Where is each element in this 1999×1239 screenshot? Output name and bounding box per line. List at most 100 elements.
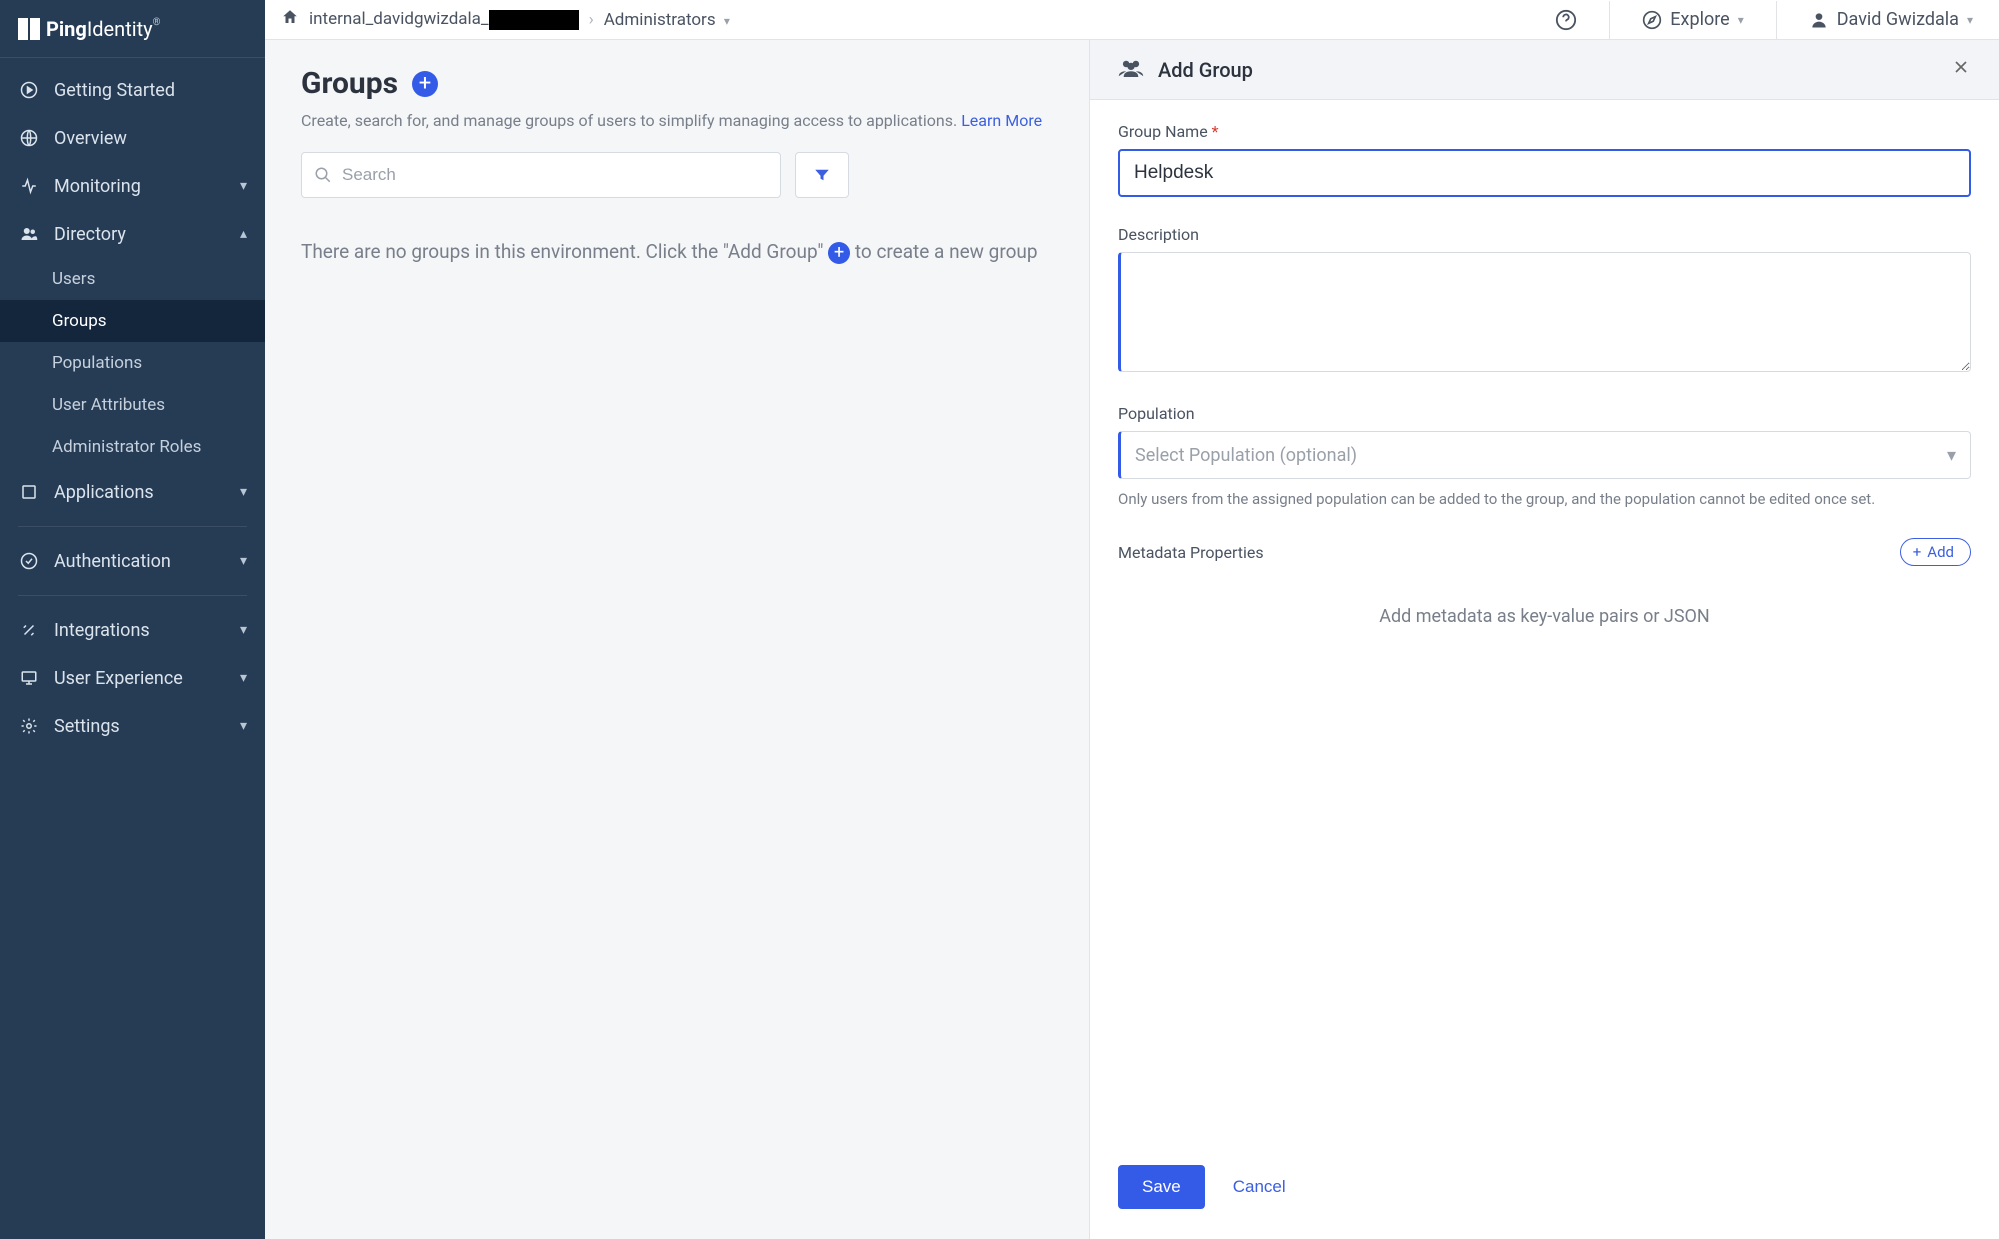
search-input[interactable]: [342, 165, 768, 185]
caret-down-icon: ▾: [1967, 13, 1973, 27]
play-circle-icon: [18, 79, 40, 101]
breadcrumb-section-text: Administrators: [604, 10, 716, 30]
metadata-placeholder: Add metadata as key-value pairs or JSON: [1118, 606, 1971, 627]
empty-text-before: There are no groups in this environment.…: [301, 240, 828, 263]
nav-label: Overview: [54, 128, 127, 149]
topbar-separator: [1776, 1, 1777, 39]
chevron-up-icon: ▴: [240, 226, 247, 242]
chevron-down-icon: ▾: [240, 670, 247, 686]
metadata-row: Metadata Properties + Add: [1118, 538, 1971, 566]
user-menu[interactable]: David Gwizdala ▾: [1799, 3, 1983, 36]
square-icon: [18, 481, 40, 503]
page-title-row: Groups +: [301, 66, 1053, 101]
search-row: [301, 152, 1053, 198]
users-icon: [18, 223, 40, 245]
home-icon[interactable]: [281, 8, 299, 31]
population-help-text: Only users from the assigned population …: [1118, 489, 1971, 510]
nav-settings[interactable]: Settings ▾: [0, 702, 265, 750]
nav-user-experience[interactable]: User Experience ▾: [0, 654, 265, 702]
group-name-input[interactable]: [1118, 149, 1971, 197]
page-subtitle: Create, search for, and manage groups of…: [301, 111, 1053, 130]
plus-icon: +: [1913, 543, 1922, 561]
nav-monitoring[interactable]: Monitoring ▾: [0, 162, 265, 210]
help-button[interactable]: [1545, 3, 1587, 37]
nav-getting-started[interactable]: Getting Started: [0, 66, 265, 114]
check-circle-icon: [18, 550, 40, 572]
nav-label: Applications: [54, 482, 154, 503]
nav-sub-user-attributes[interactable]: User Attributes: [0, 384, 265, 426]
panel-header: Add Group: [1090, 40, 1999, 100]
panel-footer: Save Cancel: [1090, 1147, 1999, 1239]
save-button[interactable]: Save: [1118, 1165, 1205, 1209]
search-box[interactable]: [301, 152, 781, 198]
nav-divider: [18, 526, 247, 527]
chevron-down-icon: ▾: [240, 553, 247, 569]
filter-button[interactable]: [795, 152, 849, 198]
filter-icon: [813, 166, 831, 184]
add-metadata-button[interactable]: + Add: [1900, 538, 1971, 566]
nav-label: Directory: [54, 224, 126, 245]
activity-icon: [18, 175, 40, 197]
group-name-label: Group Name *: [1118, 122, 1971, 141]
breadcrumb: internal_davidgwizdala_ › Administrators…: [281, 8, 730, 31]
breadcrumb-env[interactable]: internal_davidgwizdala_: [309, 9, 579, 30]
nav-label: Authentication: [54, 551, 171, 572]
breadcrumb-section[interactable]: Administrators ▾: [604, 10, 730, 30]
chevron-down-icon: ▾: [240, 484, 247, 500]
description-label: Description: [1118, 225, 1971, 244]
add-metadata-label: Add: [1927, 543, 1954, 561]
description-input[interactable]: [1118, 252, 1971, 372]
caret-down-icon: ▾: [1947, 445, 1956, 466]
nav-overview[interactable]: Overview: [0, 114, 265, 162]
nav-label: Settings: [54, 716, 120, 737]
cancel-button[interactable]: Cancel: [1233, 1177, 1286, 1197]
gear-icon: [18, 715, 40, 737]
page-title: Groups: [301, 66, 398, 101]
plug-icon: [18, 619, 40, 641]
panel-title: Add Group: [1158, 58, 1253, 82]
nav-label: Getting Started: [54, 80, 175, 101]
plus-circle-icon[interactable]: +: [828, 242, 850, 264]
nav-sub-groups[interactable]: Groups: [0, 300, 265, 342]
nav-authentication[interactable]: Authentication ▾: [0, 537, 265, 585]
redacted-block: [489, 10, 579, 30]
breadcrumb-separator: ›: [589, 10, 594, 30]
nav-integrations[interactable]: Integrations ▾: [0, 606, 265, 654]
empty-text-after: to create a new group: [855, 240, 1038, 263]
learn-more-link[interactable]: Learn More: [961, 111, 1042, 130]
nav-label: User Experience: [54, 668, 183, 689]
panel-body: Group Name * Description Population Sele…: [1090, 100, 1999, 1147]
content-wrap: Groups + Create, search for, and manage …: [265, 40, 1999, 1239]
monitor-icon: [18, 667, 40, 689]
page: Groups + Create, search for, and manage …: [265, 40, 1089, 1239]
brand-logo[interactable]: PingIdentity®: [0, 0, 265, 58]
chevron-down-icon: ▾: [240, 622, 247, 638]
nav-label: Monitoring: [54, 176, 141, 197]
topbar-right: Explore ▾ David Gwizdala ▾: [1545, 1, 1983, 39]
add-group-button[interactable]: +: [412, 71, 438, 97]
add-group-panel: Add Group Group Name * Description: [1089, 40, 1999, 1239]
topbar-separator: [1609, 1, 1610, 39]
nav-applications[interactable]: Applications ▾: [0, 468, 265, 516]
close-button[interactable]: [1951, 57, 1971, 82]
nav-label: Integrations: [54, 620, 150, 641]
nav-sub-users[interactable]: Users: [0, 258, 265, 300]
group-icon: [1118, 58, 1144, 82]
main: internal_davidgwizdala_ › Administrators…: [265, 0, 1999, 1239]
nav-sub-populations[interactable]: Populations: [0, 342, 265, 384]
nav-divider: [18, 595, 247, 596]
explore-button[interactable]: Explore ▾: [1632, 3, 1753, 36]
user-icon: [1809, 10, 1829, 30]
nav-sub-admin-roles[interactable]: Administrator Roles: [0, 426, 265, 468]
group-name-field: Group Name *: [1118, 122, 1971, 197]
globe-icon: [18, 127, 40, 149]
population-field: Population Select Population (optional) …: [1118, 404, 1971, 510]
topbar: internal_davidgwizdala_ › Administrators…: [265, 0, 1999, 40]
population-select[interactable]: Select Population (optional) ▾: [1118, 431, 1971, 479]
description-field: Description: [1118, 225, 1971, 376]
search-icon: [314, 166, 332, 184]
brand-icon: [18, 18, 40, 40]
empty-state: There are no groups in this environment.…: [301, 240, 1053, 264]
nav-directory[interactable]: Directory ▴: [0, 210, 265, 258]
help-circle-icon: [1555, 9, 1577, 31]
